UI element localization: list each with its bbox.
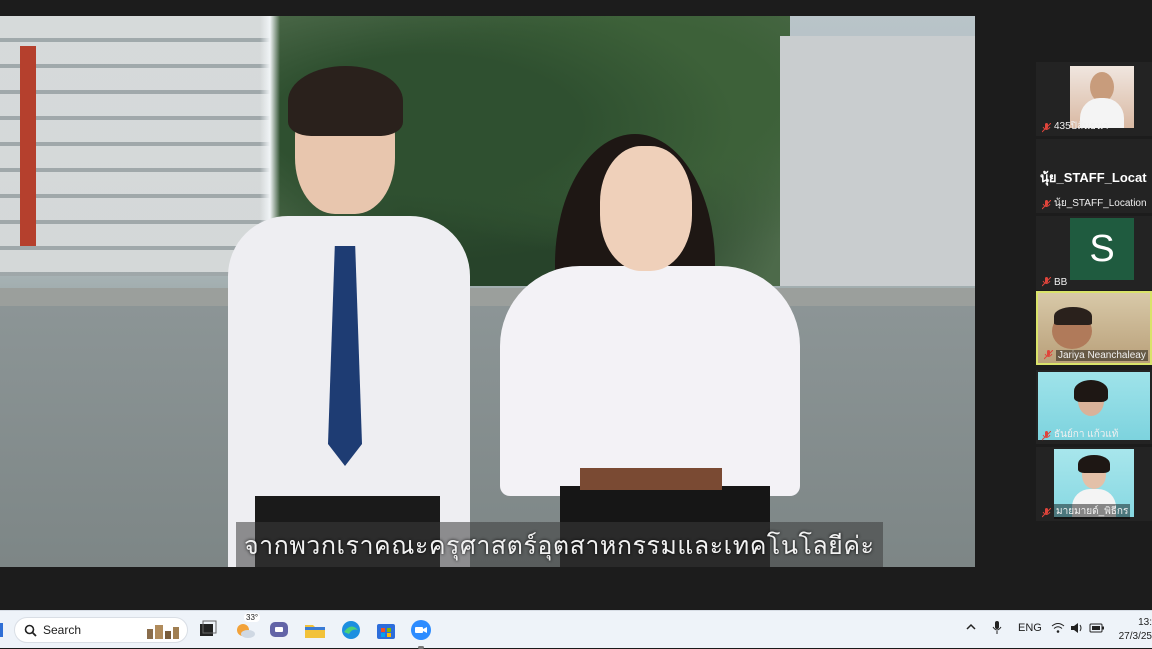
- participant-display-name: นุ้ย_STAFF_Locat: [1040, 170, 1147, 185]
- battery-icon[interactable]: [1089, 622, 1105, 637]
- mic-muted-icon: [1042, 431, 1051, 441]
- video-subtitle: จากพวกเราคณะครุศาสตร์อุตสาหกรรมและเทคโนโ…: [236, 522, 883, 567]
- wifi-icon[interactable]: [1051, 622, 1065, 637]
- participant-tile[interactable]: ธันย์กา แก้วแท้: [1036, 370, 1152, 444]
- taskbar-edge-indicator: [0, 623, 3, 637]
- meeting-window: จากพวกเราคณะครุศาสตร์อุตสาหกรรมและเทคโนโ…: [0, 0, 1152, 610]
- search-icon: [24, 624, 37, 642]
- volume-icon[interactable]: [1070, 622, 1084, 637]
- windows-taskbar: Search 33° ENG 13: 27/3/25: [0, 610, 1152, 649]
- participant-name: นุ้ย_STAFF_Location: [1054, 198, 1147, 209]
- participant-name: Jariya Neanchaleay: [1056, 350, 1148, 361]
- participant-tile[interactable]: S BB: [1036, 216, 1152, 290]
- system-clock[interactable]: 13: 27/3/25: [1116, 616, 1152, 644]
- taskbar-search-box[interactable]: Search: [14, 617, 188, 643]
- mic-muted-icon: [1042, 200, 1051, 210]
- background-ledge: [0, 288, 975, 308]
- weather-temperature: 33°: [244, 613, 261, 622]
- mic-muted-icon: [1044, 350, 1053, 360]
- participant-tile[interactable]: มายมายด์_พิธีกร: [1036, 447, 1152, 521]
- participant-name: 435ปิลันธนา: [1054, 121, 1109, 132]
- participant-tile[interactable]: 435ปิลันธนา: [1036, 62, 1152, 136]
- participant-name: BB: [1054, 277, 1068, 288]
- presenter-female-body: [500, 266, 800, 496]
- participant-name: มายมายด์_พิธีกร: [1054, 504, 1131, 519]
- task-view-icon[interactable]: [196, 618, 220, 642]
- presenter-male-hair: [288, 66, 403, 136]
- shared-video[interactable]: จากพวกเราคณะครุศาสตร์อุตสาหกรรมและเทคโนโ…: [0, 16, 975, 567]
- input-language[interactable]: ENG: [1018, 622, 1042, 634]
- presenter-female-belt: [580, 468, 722, 490]
- background-building: [0, 16, 270, 276]
- search-label: Search: [43, 623, 82, 637]
- clock-time: 13:: [1138, 617, 1152, 628]
- participant-name: ธันย์กา แก้วแท้: [1054, 429, 1119, 440]
- participant-tile-active-speaker[interactable]: Jariya Neanchaleay: [1036, 291, 1152, 365]
- avatar: S: [1070, 218, 1134, 280]
- mic-muted-icon: [1042, 277, 1051, 287]
- presenter-female-head: [600, 146, 692, 271]
- edge-browser-icon[interactable]: [339, 618, 363, 642]
- microsoft-store-icon[interactable]: [374, 618, 398, 642]
- chevron-up-icon[interactable]: [966, 622, 976, 635]
- microphone-icon[interactable]: [991, 620, 1003, 639]
- teams-chat-icon[interactable]: [267, 618, 291, 642]
- mic-muted-icon: [1042, 123, 1051, 133]
- participant-tile[interactable]: นุ้ย_STAFF_Locat นุ้ย_STAFF_Location: [1036, 139, 1152, 213]
- zoom-app-icon[interactable]: [409, 618, 433, 649]
- background-building-right: [780, 36, 975, 286]
- file-explorer-icon[interactable]: [303, 618, 327, 642]
- search-highlight-image-icon: [143, 621, 183, 641]
- mic-muted-icon: [1042, 508, 1051, 518]
- background-pillar: [20, 46, 36, 246]
- clock-date: 27/3/25: [1118, 631, 1152, 642]
